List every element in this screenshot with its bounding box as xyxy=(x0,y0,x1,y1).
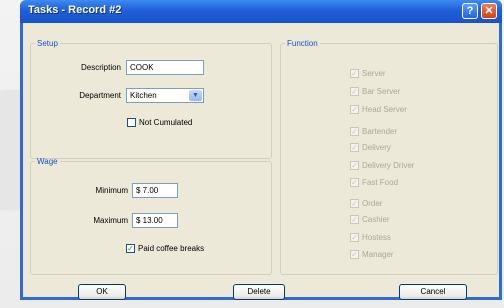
function-item-label: Delivery xyxy=(362,143,391,152)
close-button[interactable]: ✕ xyxy=(481,3,497,19)
maximum-label: Maximum xyxy=(93,216,128,225)
function-item-label: Server xyxy=(362,69,386,78)
checkmark-icon[interactable]: ✓ xyxy=(350,87,359,96)
function-item[interactable]: ✓ Fast Food xyxy=(350,178,398,187)
function-item[interactable]: ✓ Manager xyxy=(350,250,394,259)
paid-coffee-label: Paid coffee breaks xyxy=(138,244,205,253)
function-item[interactable]: ✓ Hostess xyxy=(350,233,391,242)
checkmark-icon[interactable]: ✓ xyxy=(350,199,359,208)
not-cumulated-label: Not Cumulated xyxy=(139,118,193,127)
description-field[interactable]: COOK xyxy=(126,60,204,75)
checkmark-icon[interactable]: ✓ xyxy=(350,105,359,114)
not-cumulated-checkbox[interactable]: Not Cumulated xyxy=(127,118,192,127)
setup-legend: Setup xyxy=(37,39,58,48)
department-select[interactable]: Kitchen ▼ xyxy=(126,88,204,103)
checkmark-icon[interactable]: ✓ xyxy=(350,250,359,259)
paid-coffee-checkbox[interactable]: ✓ Paid coffee breaks xyxy=(126,244,204,253)
function-legend: Function xyxy=(287,39,318,48)
checkmark-icon[interactable]: ✓ xyxy=(350,127,359,136)
function-item[interactable]: ✓ Bartender xyxy=(350,127,397,136)
help-icon: ? xyxy=(466,5,474,17)
function-item[interactable]: ✓ Cashier xyxy=(350,215,390,224)
function-item-label: Head Server xyxy=(362,105,407,114)
not-cumulated-box[interactable] xyxy=(127,118,136,127)
checkmark-icon[interactable]: ✓ xyxy=(350,69,359,78)
close-icon: ✕ xyxy=(484,5,494,17)
function-item-label: Manager xyxy=(362,250,394,259)
checkmark-icon[interactable]: ✓ xyxy=(350,178,359,187)
checkmark-icon[interactable]: ✓ xyxy=(350,215,359,224)
title-bar: Tasks - Record #2 ? ✕ xyxy=(20,0,502,23)
checkmark-icon[interactable]: ✓ xyxy=(126,244,135,253)
maximum-field[interactable]: $ 13.00 xyxy=(132,213,178,228)
function-item[interactable]: ✓ Bar Server xyxy=(350,87,400,96)
department-label: Department xyxy=(79,91,121,100)
tasks-dialog: Tasks - Record #2 ? ✕ Setup Description … xyxy=(20,0,502,300)
minimum-field[interactable]: $ 7.00 xyxy=(132,183,178,198)
function-item-label: Bartender xyxy=(362,127,398,136)
function-item[interactable]: ✓ Order xyxy=(350,199,382,208)
window-title: Tasks - Record #2 xyxy=(28,4,122,16)
minimum-label: Minimum xyxy=(95,186,128,195)
ok-button[interactable]: OK xyxy=(78,284,126,300)
dialog-body: Setup Description COOK Department Kitche… xyxy=(23,23,499,300)
wage-legend: Wage xyxy=(37,157,58,166)
function-item-label: Delivery Driver xyxy=(362,161,415,170)
function-item[interactable]: ✓ Delivery xyxy=(350,143,391,152)
function-item[interactable]: ✓ Head Server xyxy=(350,105,407,114)
function-item-label: Order xyxy=(362,199,383,208)
function-item[interactable]: ✓ Server xyxy=(350,69,386,78)
function-item-label: Bar Server xyxy=(362,87,401,96)
chevron-down-icon[interactable]: ▼ xyxy=(189,90,202,101)
department-value: Kitchen xyxy=(130,91,157,100)
description-label: Description xyxy=(80,63,121,72)
checkmark-icon[interactable]: ✓ xyxy=(350,161,359,170)
cancel-button[interactable]: Cancel xyxy=(399,284,467,300)
function-item-label: Fast Food xyxy=(362,178,399,187)
checkmark-icon[interactable]: ✓ xyxy=(350,233,359,242)
function-item[interactable]: ✓ Delivery Driver xyxy=(350,161,414,170)
delete-button[interactable]: Delete xyxy=(233,284,285,300)
checkmark-icon[interactable]: ✓ xyxy=(350,143,359,152)
function-item-label: Hostess xyxy=(362,233,391,242)
help-button[interactable]: ? xyxy=(462,3,478,19)
function-item-label: Cashier xyxy=(362,215,390,224)
